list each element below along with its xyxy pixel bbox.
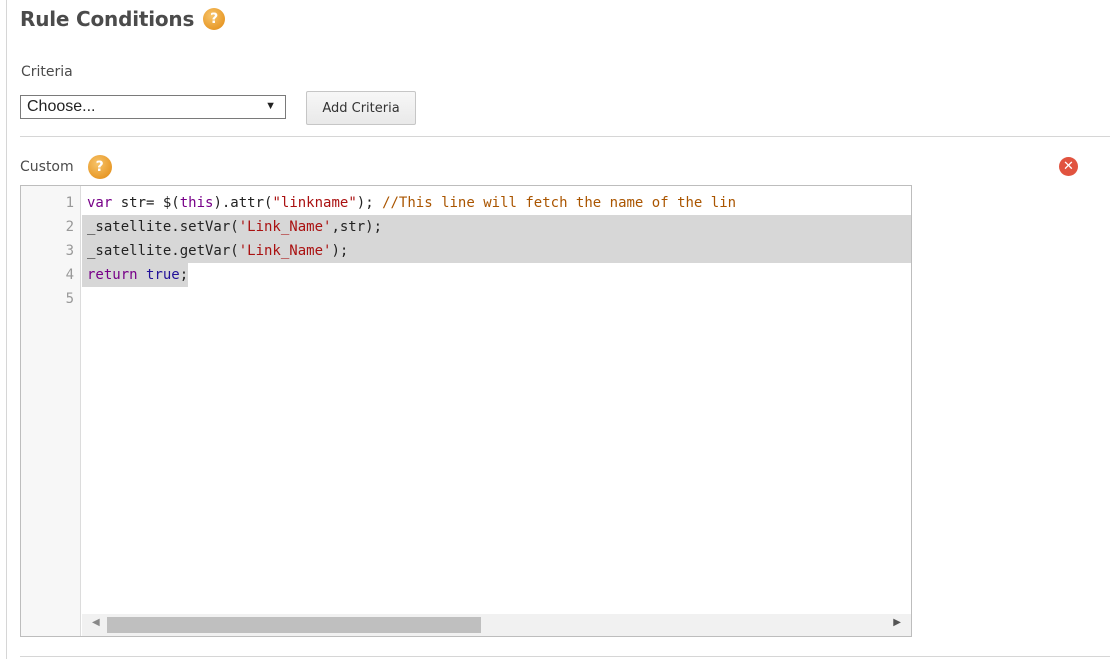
scroll-left-arrow-icon[interactable]: ◀ [92,617,100,628]
code-token: ).attr( [213,195,273,211]
criteria-label: Criteria [21,64,73,80]
code-token: _satellite.setVar( [87,219,239,235]
code-token: str= $( [112,195,180,211]
code-line-2: _satellite.setVar('Link_Name',str); [82,215,911,239]
title-row: Rule Conditions ? [20,7,226,31]
code-token: var [87,195,113,211]
code-token: return [87,267,138,283]
add-criteria-button[interactable]: Add Criteria [306,91,416,125]
code-line-4: return true; [82,263,189,287]
code-token: 'Link_Name' [238,219,332,235]
page-title: Rule Conditions [20,7,195,31]
criteria-select[interactable]: Choose... ▼ [20,95,286,119]
code-line-1: var str= $(this).attr("linkname"); //Thi… [82,191,736,215]
code-token: ); [356,195,383,211]
code-token: this [179,195,214,211]
custom-label: Custom [20,159,74,175]
rule-conditions-panel: Rule Conditions ? Criteria Choose... ▼ A… [6,0,1110,659]
line-number: 2 [65,219,74,235]
line-number: 3 [65,243,74,259]
bottom-divider [20,656,1110,657]
code-comment: //This line will fetch the name of the l… [382,195,737,211]
scroll-right-arrow-icon[interactable]: ▶ [893,617,901,628]
help-icon[interactable]: ? [203,8,226,30]
criteria-select-value: Choose... [27,98,96,115]
code-area[interactable]: var str= $(this).attr("linkname"); //Thi… [82,186,911,636]
code-line-3: _satellite.getVar('Link_Name'); [82,239,911,263]
code-token: ); [331,243,349,259]
line-number: 1 [65,195,74,211]
code-token: 'Link_Name' [238,243,332,259]
dropdown-arrow-icon: ▼ [265,100,276,112]
code-token: true [146,267,180,283]
divider [20,136,1110,137]
line-number: 4 [65,267,74,283]
custom-row: Custom ? [20,155,112,179]
line-number-gutter: 1 2 3 4 5 [21,186,81,636]
code-editor[interactable]: 1 2 3 4 5 var str= $(this).attr("linknam… [20,185,912,637]
custom-help-icon[interactable]: ? [87,155,112,179]
code-token: _satellite.getVar( [87,243,239,259]
horizontal-scrollbar[interactable]: ◀ ▶ [82,614,911,636]
code-token: ; [179,267,189,283]
line-number: 5 [65,291,74,307]
code-token: "linkname" [272,195,357,211]
code-token: ,str); [331,219,383,235]
remove-condition-close-icon[interactable]: ✕ [1059,157,1078,176]
scrollbar-thumb[interactable] [107,617,481,633]
